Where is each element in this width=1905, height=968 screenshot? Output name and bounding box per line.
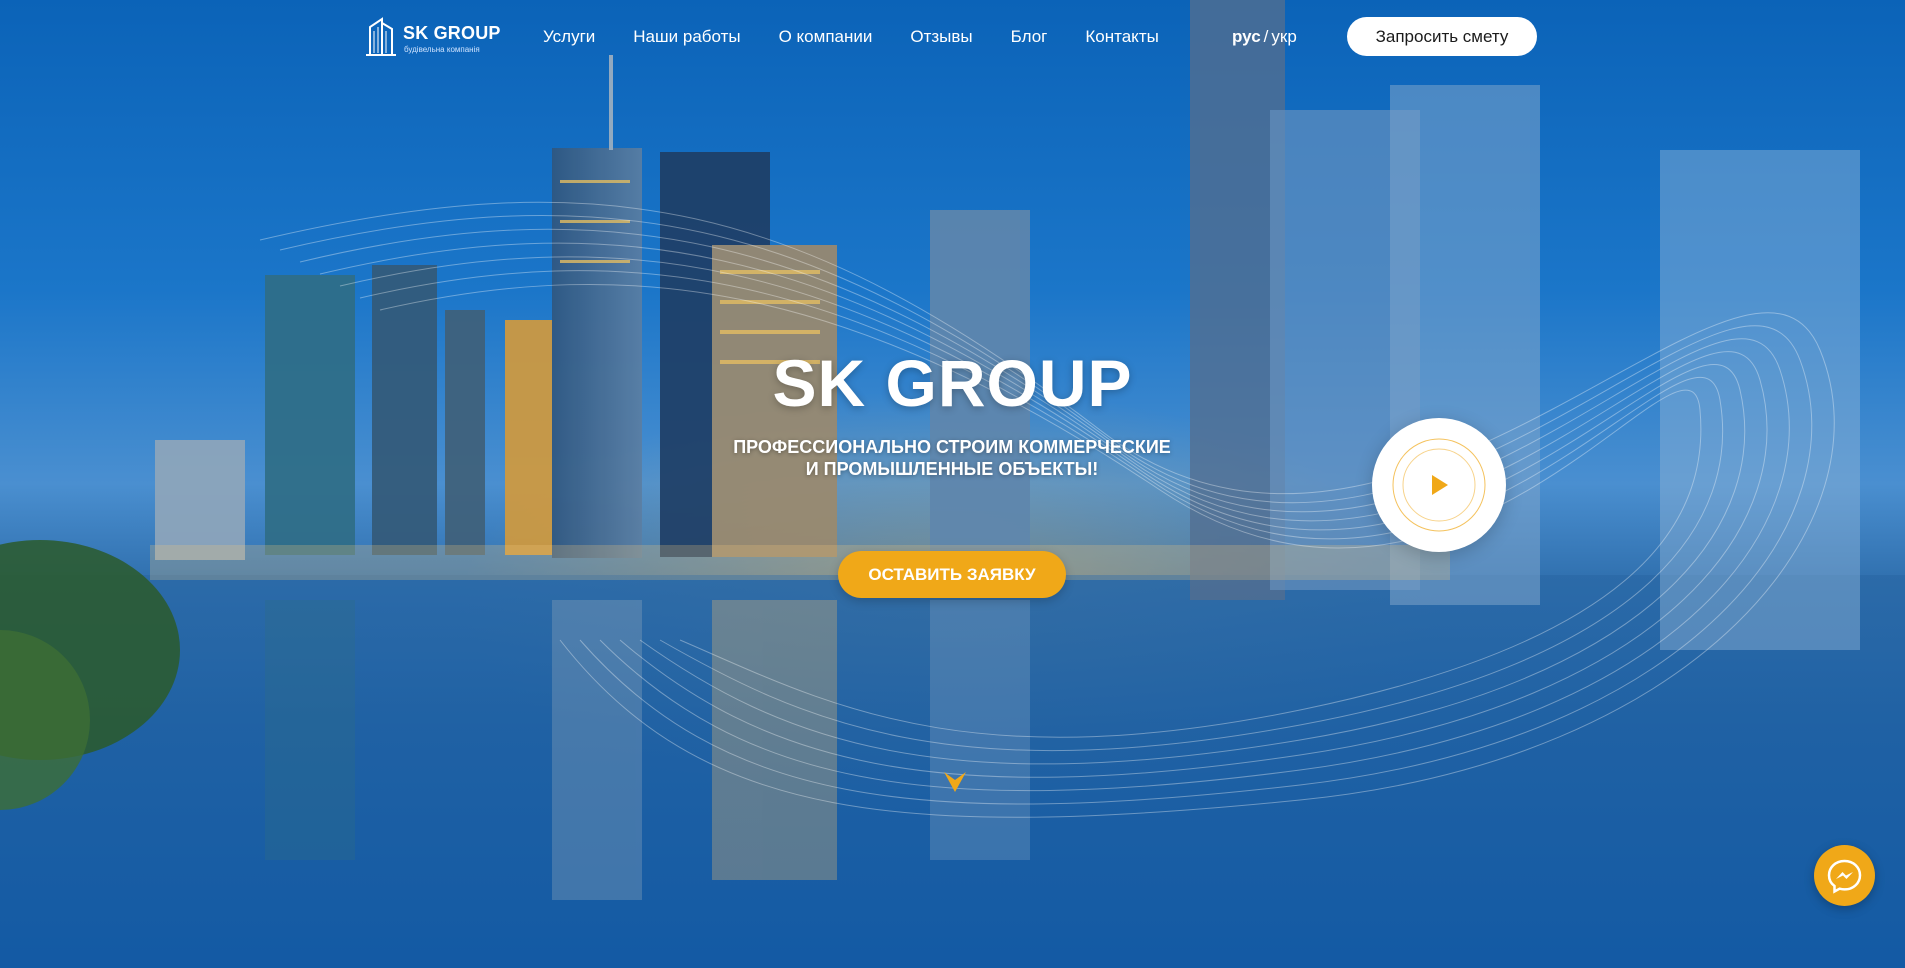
lang-uk[interactable]: укр	[1271, 27, 1296, 46]
messenger-chat-button[interactable]	[1814, 845, 1875, 906]
hero-title: SK GROUP	[772, 346, 1133, 420]
nav-works[interactable]: Наши работы	[633, 27, 740, 47]
building-icon	[366, 17, 396, 56]
site-header: SK GROUP будівельна компанія Услуги Наши…	[0, 0, 1905, 74]
play-video-button[interactable]	[1372, 418, 1506, 552]
hero-subtitle-line2: И ПРОМЫШЛЕННЫЕ ОБЪЕКТЫ!	[805, 459, 1099, 479]
nav-contacts[interactable]: Контакты	[1085, 27, 1158, 47]
nav-about[interactable]: О компании	[779, 27, 873, 47]
play-icon	[1392, 438, 1486, 532]
chevron-down-icon[interactable]	[940, 766, 970, 796]
city-skyline-background	[0, 0, 1905, 968]
logo-title: SK GROUP	[403, 23, 501, 43]
nav-blog[interactable]: Блог	[1011, 27, 1048, 47]
language-switcher: рус / укр	[1232, 27, 1297, 47]
hero-subtitle: ПРОФЕССИОНАЛЬНО СТРОИМ КОММЕРЧЕСКИЕ И ПР…	[652, 436, 1252, 480]
hero-section: SK GROUP будівельна компанія Услуги Наши…	[0, 0, 1905, 968]
request-estimate-button[interactable]: Запросить смету	[1347, 17, 1537, 56]
nav-reviews[interactable]: Отзывы	[910, 27, 972, 47]
lang-separator: /	[1263, 27, 1269, 46]
hero-subtitle-line1: ПРОФЕССИОНАЛЬНО СТРОИМ КОММЕРЧЕСКИЕ	[733, 437, 1171, 457]
lang-ru[interactable]: рус	[1232, 27, 1261, 46]
logo[interactable]: SK GROUP будівельна компанія	[366, 17, 506, 57]
messenger-icon	[1827, 859, 1862, 894]
nav-services[interactable]: Услуги	[543, 27, 595, 47]
main-nav: Услуги Наши работы О компании Отзывы Бло…	[543, 27, 1197, 47]
leave-request-button[interactable]: ОСТАВИТЬ ЗАЯВКУ	[838, 551, 1066, 598]
logo-subtitle: будівельна компанія	[404, 45, 480, 54]
